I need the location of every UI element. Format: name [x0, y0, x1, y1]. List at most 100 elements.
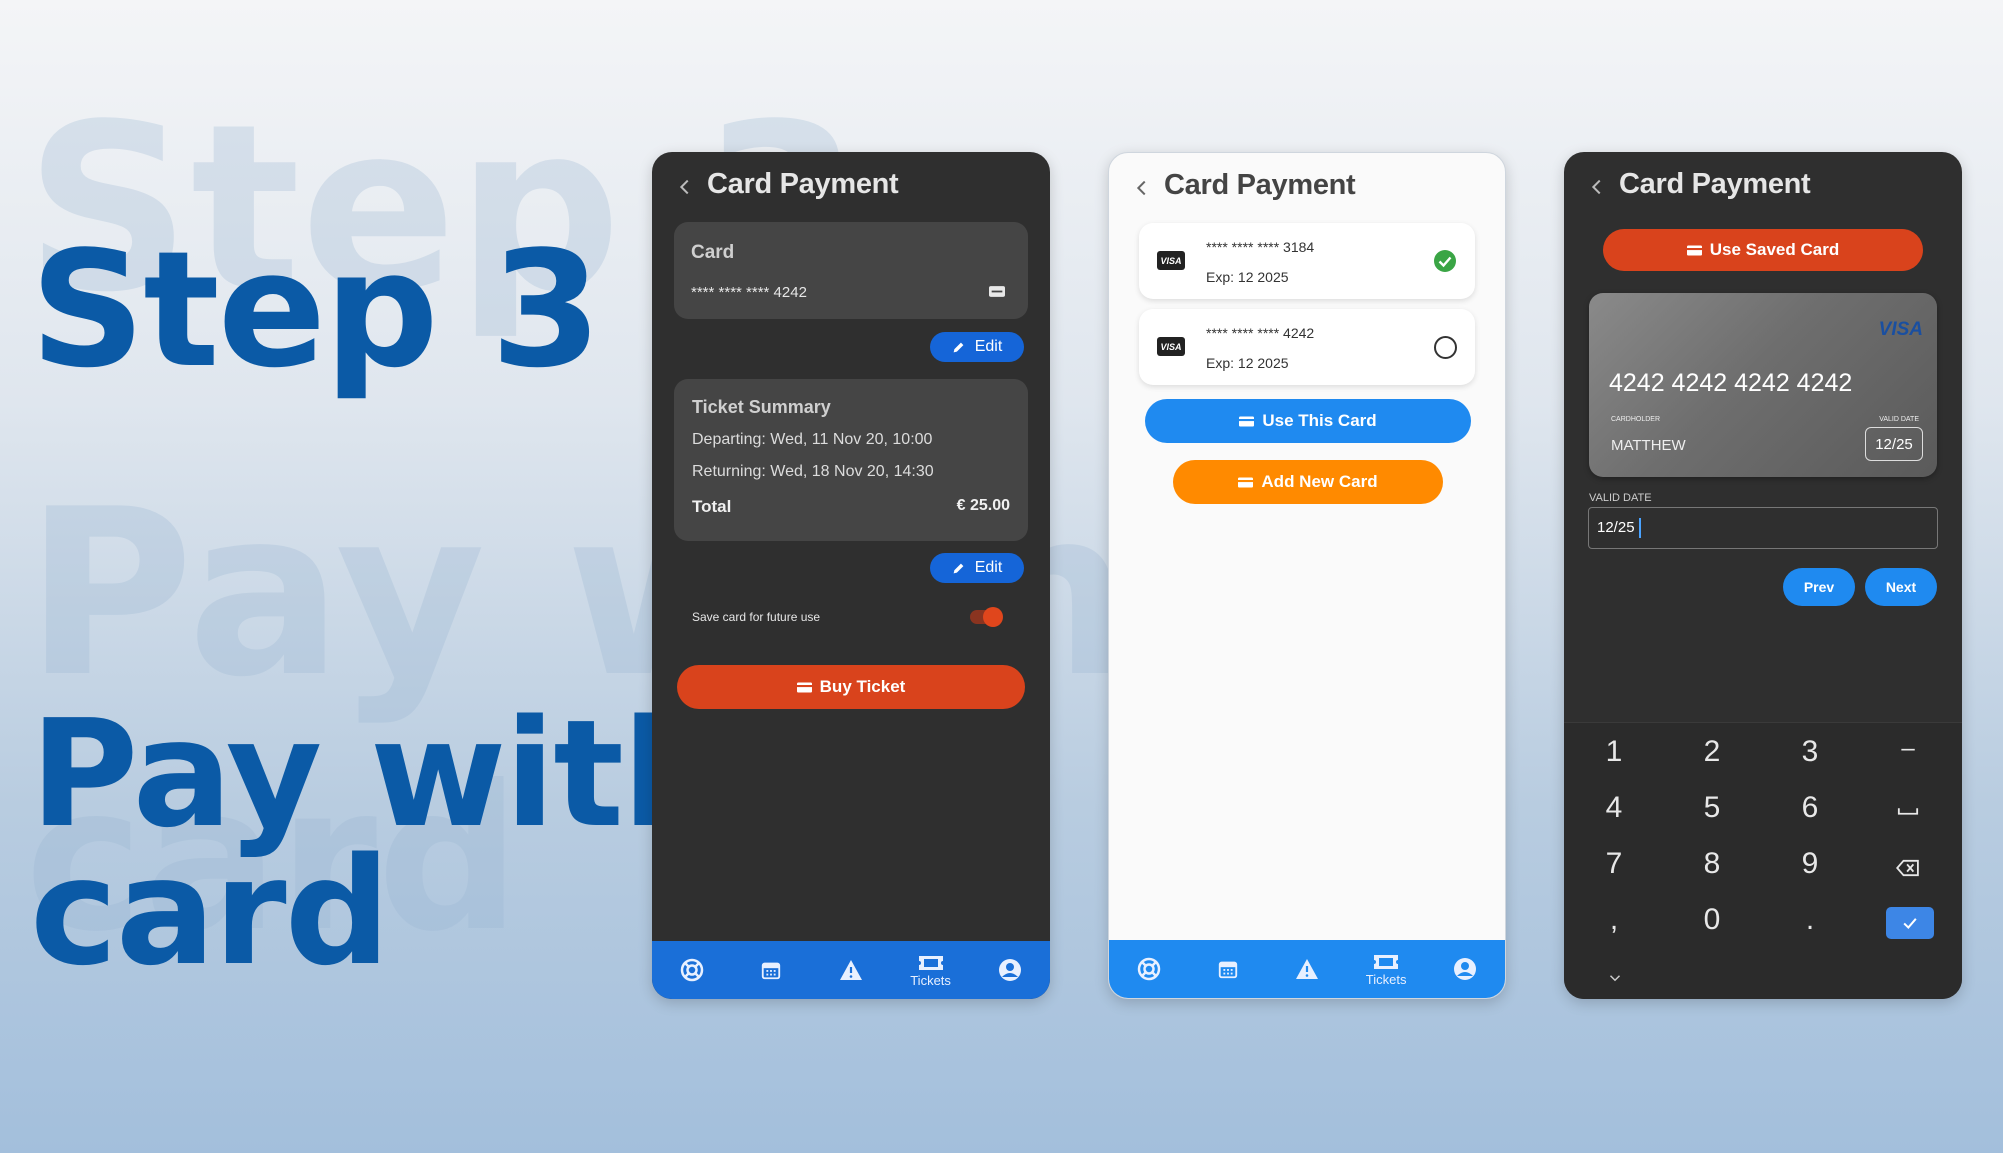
backspace-icon: [1896, 859, 1919, 877]
saved-card-3184[interactable]: VISA **** **** **** 3184 Exp: 12 2025: [1139, 223, 1475, 299]
save-card-label: Save card for future use: [692, 610, 821, 624]
toggle-knob: [983, 607, 1003, 627]
user-avatar-icon: [999, 959, 1022, 981]
page-title: Card Payment: [1164, 169, 1356, 201]
header: Card Payment: [1109, 153, 1505, 225]
selected-card-panel: Card **** **** **** 4242: [674, 222, 1028, 319]
key-9[interactable]: 9: [1780, 847, 1840, 881]
use-saved-card-button[interactable]: Use Saved Card: [1603, 229, 1923, 271]
calendar-icon: [1218, 961, 1237, 979]
saved-card-4242[interactable]: VISA **** **** **** 4242 Exp: 12 2025: [1139, 309, 1475, 385]
nav-help[interactable]: [1119, 940, 1179, 998]
nav-profile[interactable]: [980, 941, 1040, 999]
edit-ticket-button[interactable]: Edit: [930, 553, 1024, 583]
total-value: € 25.00: [956, 497, 1010, 514]
nav-profile[interactable]: [1435, 940, 1495, 998]
card-icon: [1686, 245, 1702, 255]
use-saved-card-label: Use Saved Card: [1709, 240, 1840, 259]
edit-card-button[interactable]: Edit: [930, 332, 1024, 362]
visa-icon: [989, 286, 1005, 297]
nav-help[interactable]: [662, 941, 722, 999]
edit-ticket-label: Edit: [974, 559, 1003, 576]
key-5[interactable]: 5: [1682, 791, 1742, 825]
nav-tickets-label: Tickets: [1365, 971, 1407, 987]
key-8[interactable]: 8: [1682, 847, 1742, 881]
card-icon: [796, 682, 812, 692]
chevron-down-icon[interactable]: [1606, 969, 1624, 987]
prev-label: Prev: [1803, 579, 1835, 595]
key-minus[interactable]: –: [1878, 735, 1938, 763]
key-done[interactable]: [1886, 907, 1934, 939]
bottom-navigation: Tickets: [652, 941, 1050, 999]
nav-alerts[interactable]: [1277, 940, 1337, 998]
card-icon: [1238, 477, 1254, 487]
bottom-navigation: Tickets: [1109, 940, 1505, 998]
nav-tickets[interactable]: Tickets: [901, 941, 961, 999]
lifebuoy-icon: [1137, 957, 1160, 981]
card-brand-logo: VISA: [1878, 319, 1923, 340]
pencil-icon: [953, 563, 964, 573]
hero-title-line3: card: [30, 826, 391, 998]
valid-date-input-value: 12/25: [1597, 519, 1635, 536]
user-avatar-icon: [1454, 958, 1477, 980]
add-new-card-button[interactable]: Add New Card: [1173, 460, 1443, 504]
summary-title: Ticket Summary: [692, 397, 831, 417]
key-7[interactable]: 7: [1584, 847, 1644, 881]
use-this-card-button[interactable]: Use This Card: [1145, 399, 1471, 443]
warning-icon: [839, 960, 862, 980]
next-button[interactable]: Next: [1865, 568, 1937, 606]
radio-unselected[interactable]: [1434, 336, 1457, 359]
card-expiry: Exp: 12 2025: [1206, 355, 1289, 371]
save-card-toggle[interactable]: [970, 607, 1003, 627]
total-label: Total: [692, 497, 732, 516]
cardholder-name: MATTHEW: [1611, 437, 1686, 454]
nav-alerts[interactable]: [821, 941, 881, 999]
key-2[interactable]: 2: [1682, 735, 1742, 769]
text-cursor: [1639, 518, 1641, 538]
card-expiry: Exp: 12 2025: [1206, 269, 1289, 285]
page-title: Card Payment: [707, 168, 899, 200]
card-preview: VISA 4242 4242 4242 4242 CARDHOLDER MATT…: [1589, 293, 1937, 477]
card-number: **** **** **** 3184: [1206, 239, 1315, 255]
warning-icon: [1295, 959, 1318, 979]
key-space[interactable]: [1878, 791, 1938, 825]
key-backspace[interactable]: [1878, 851, 1938, 885]
key-comma[interactable]: ,: [1584, 903, 1644, 937]
valid-date-input[interactable]: 12/25: [1588, 507, 1938, 549]
ticket-summary-panel: Ticket Summary Departing: Wed, 11 Nov 20…: [674, 379, 1028, 541]
next-label: Next: [1885, 579, 1917, 595]
key-3[interactable]: 3: [1780, 735, 1840, 769]
returning-text: Returning: Wed, 18 Nov 20, 14:30: [692, 463, 934, 480]
card-label: Card: [691, 242, 735, 263]
valid-date-box: 12/25: [1865, 427, 1923, 461]
nav-calendar[interactable]: [1198, 940, 1258, 998]
calendar-icon: [762, 962, 781, 980]
edit-card-label: Edit: [974, 338, 1003, 355]
header: Card Payment: [1564, 152, 1962, 224]
phone-screen-saved-cards: Card Payment VISA **** **** **** 3184 Ex…: [1108, 152, 1506, 999]
key-1[interactable]: 1: [1584, 735, 1644, 769]
key-0[interactable]: 0: [1682, 903, 1742, 937]
phone-screen-card-entry: Card Payment Use Saved Card VISA 4242 42…: [1564, 152, 1962, 999]
key-4[interactable]: 4: [1584, 791, 1644, 825]
nav-calendar[interactable]: [741, 941, 801, 999]
card-icon: [1239, 416, 1255, 426]
card-number: **** **** **** 4242: [1206, 325, 1315, 341]
buy-ticket-button[interactable]: Buy Ticket: [677, 665, 1025, 709]
pencil-icon: [953, 342, 964, 352]
back-arrow-icon[interactable]: [674, 176, 696, 198]
add-new-card-label: Add New Card: [1261, 472, 1378, 491]
visa-badge: VISA: [1157, 251, 1185, 270]
nav-tickets[interactable]: Tickets: [1356, 940, 1416, 998]
numeric-keypad: 1 2 3 – 4 5 6 7 8 9 , 0 .: [1564, 722, 1962, 999]
ticket-icon: [1374, 954, 1399, 969]
hero-step-title: Step 3: [30, 216, 602, 403]
space-icon: [1897, 808, 1919, 815]
key-period[interactable]: .: [1780, 903, 1840, 937]
check-icon: [1903, 918, 1917, 930]
valid-date-field-label: VALID DATE: [1589, 492, 1652, 504]
key-6[interactable]: 6: [1780, 791, 1840, 825]
back-arrow-icon[interactable]: [1586, 176, 1608, 198]
back-arrow-icon[interactable]: [1131, 177, 1153, 199]
prev-button[interactable]: Prev: [1783, 568, 1855, 606]
